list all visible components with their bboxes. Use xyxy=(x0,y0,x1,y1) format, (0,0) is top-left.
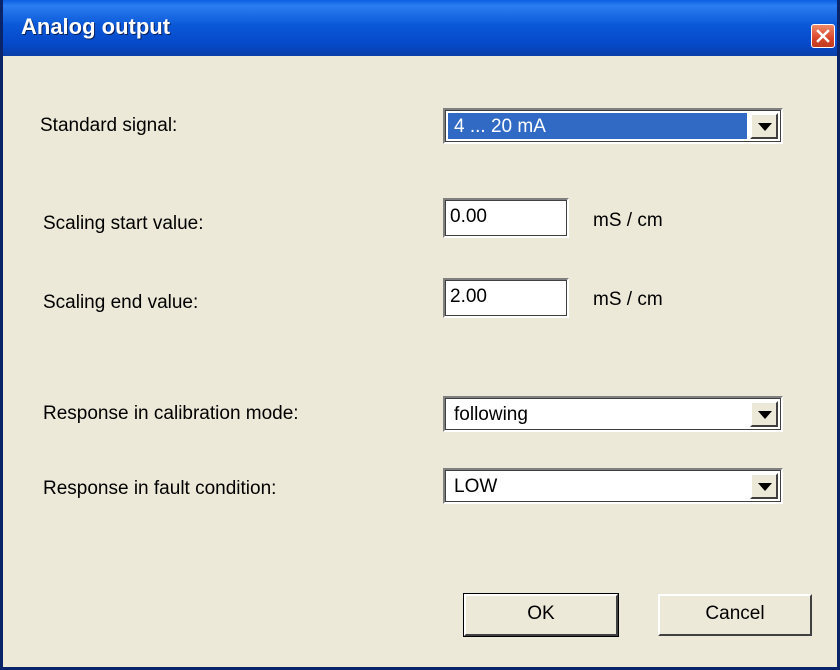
scaling-end-input[interactable]: 2.00 xyxy=(443,278,569,318)
response-calibration-dropdown[interactable]: following xyxy=(443,396,783,432)
response-fault-value: LOW xyxy=(454,476,498,497)
response-fault-label: Response in fault condition: xyxy=(43,478,277,499)
scaling-start-input[interactable]: 0.00 xyxy=(443,198,569,238)
dropdown-button[interactable] xyxy=(750,473,778,499)
chevron-down-icon xyxy=(758,411,772,419)
title-bar[interactable]: Analog output xyxy=(3,0,837,56)
window-title: Analog output xyxy=(21,14,171,39)
scaling-start-unit: mS / cm xyxy=(593,210,663,231)
chevron-down-icon xyxy=(758,123,772,131)
close-icon xyxy=(816,29,830,43)
cancel-button[interactable]: Cancel xyxy=(658,594,812,636)
scaling-end-label: Scaling end value: xyxy=(43,292,199,313)
scaling-end-unit: mS / cm xyxy=(593,289,663,310)
dropdown-button[interactable] xyxy=(750,113,778,139)
standard-signal-label: Standard signal: xyxy=(40,115,178,136)
scaling-start-label: Scaling start value: xyxy=(43,213,204,234)
dropdown-button[interactable] xyxy=(750,401,778,427)
response-calibration-label: Response in calibration mode: xyxy=(43,403,299,424)
analog-output-dialog: Analog output Standard signal: 4 ... 20 … xyxy=(0,0,840,670)
ok-button[interactable]: OK xyxy=(463,593,619,637)
chevron-down-icon xyxy=(758,483,772,491)
response-calibration-value: following xyxy=(454,404,528,425)
standard-signal-dropdown[interactable]: 4 ... 20 mA xyxy=(443,108,783,144)
response-fault-dropdown[interactable]: LOW xyxy=(443,468,783,504)
close-button[interactable] xyxy=(811,24,835,48)
standard-signal-value: 4 ... 20 mA xyxy=(448,113,747,139)
